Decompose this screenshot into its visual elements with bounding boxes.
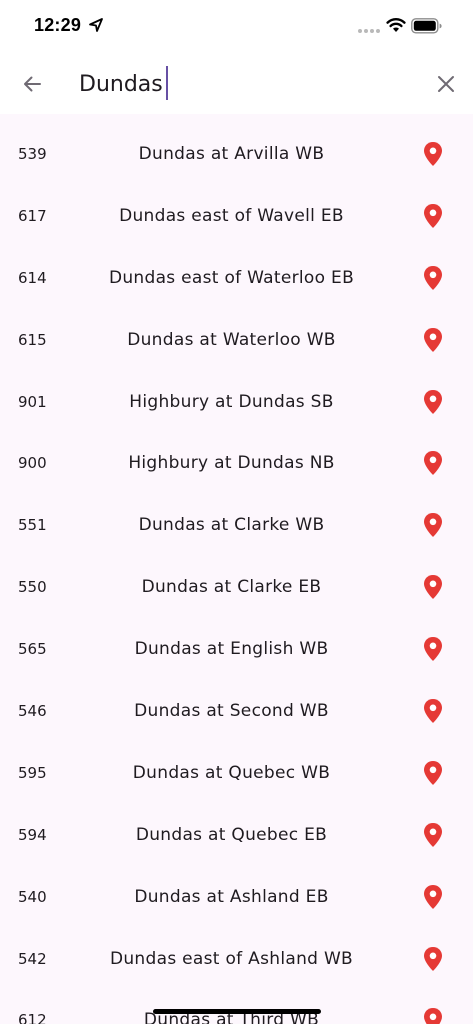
text-caret [166, 66, 168, 100]
clear-search-button[interactable] [426, 64, 466, 104]
close-icon [438, 76, 454, 92]
list-item[interactable]: 612 Dundas at Third WB [0, 980, 473, 1024]
back-button[interactable] [12, 64, 52, 104]
map-pin-icon[interactable] [421, 512, 445, 538]
map-pin-icon[interactable] [421, 760, 445, 786]
list-item[interactable]: 595 Dundas at Quebec WB [0, 733, 473, 795]
battery-icon [411, 18, 442, 34]
map-pin-icon[interactable] [421, 698, 445, 724]
stop-name: Dundas at Third WB [143, 1010, 320, 1024]
list-item[interactable]: 617 Dundas east of Wavell EB [0, 176, 473, 238]
location-arrow-icon [89, 18, 103, 32]
list-item[interactable]: 901 Highbury at Dundas SB [0, 362, 473, 424]
results-list: 539 Dundas at Arvilla WB 617 Dundas east… [0, 114, 473, 1024]
map-pin-icon[interactable] [421, 574, 445, 600]
status-bar: 12:29 [0, 0, 473, 52]
map-pin-icon[interactable] [421, 265, 445, 291]
map-pin-icon[interactable] [421, 946, 445, 972]
list-item[interactable]: 565 Dundas at English WB [0, 609, 473, 671]
wifi-icon [386, 18, 406, 32]
home-indicator [153, 1009, 321, 1014]
map-pin-icon[interactable] [421, 203, 445, 229]
search-input[interactable] [79, 66, 399, 102]
list-item[interactable]: 542 Dundas east of Ashland WB [0, 919, 473, 981]
map-pin-icon[interactable] [421, 327, 445, 353]
list-item[interactable]: 546 Dundas at Second WB [0, 671, 473, 733]
search-bar [0, 52, 473, 114]
list-item[interactable]: 551 Dundas at Clarke WB [0, 485, 473, 547]
list-item[interactable]: 615 Dundas at Waterloo WB [0, 300, 473, 362]
cellular-signal-icon [358, 29, 380, 33]
list-item[interactable]: 594 Dundas at Quebec EB [0, 795, 473, 857]
map-pin-icon[interactable] [421, 141, 445, 167]
list-item[interactable]: 540 Dundas at Ashland EB [0, 857, 473, 919]
list-item[interactable]: 550 Dundas at Clarke EB [0, 547, 473, 609]
list-item[interactable]: 614 Dundas east of Waterloo EB [0, 238, 473, 300]
list-item[interactable]: 900 Highbury at Dundas NB [0, 423, 473, 485]
arrow-back-icon [24, 76, 41, 92]
list-item[interactable]: 539 Dundas at Arvilla WB [0, 114, 473, 176]
map-pin-icon[interactable] [421, 822, 445, 848]
map-pin-icon[interactable] [421, 636, 445, 662]
map-pin-icon[interactable] [421, 884, 445, 910]
map-pin-icon[interactable] [421, 389, 445, 415]
map-pin-icon[interactable] [421, 450, 445, 476]
status-time: 12:29 [34, 15, 82, 35]
map-pin-icon[interactable] [421, 1007, 445, 1024]
stop-number: 612 [18, 1011, 47, 1024]
